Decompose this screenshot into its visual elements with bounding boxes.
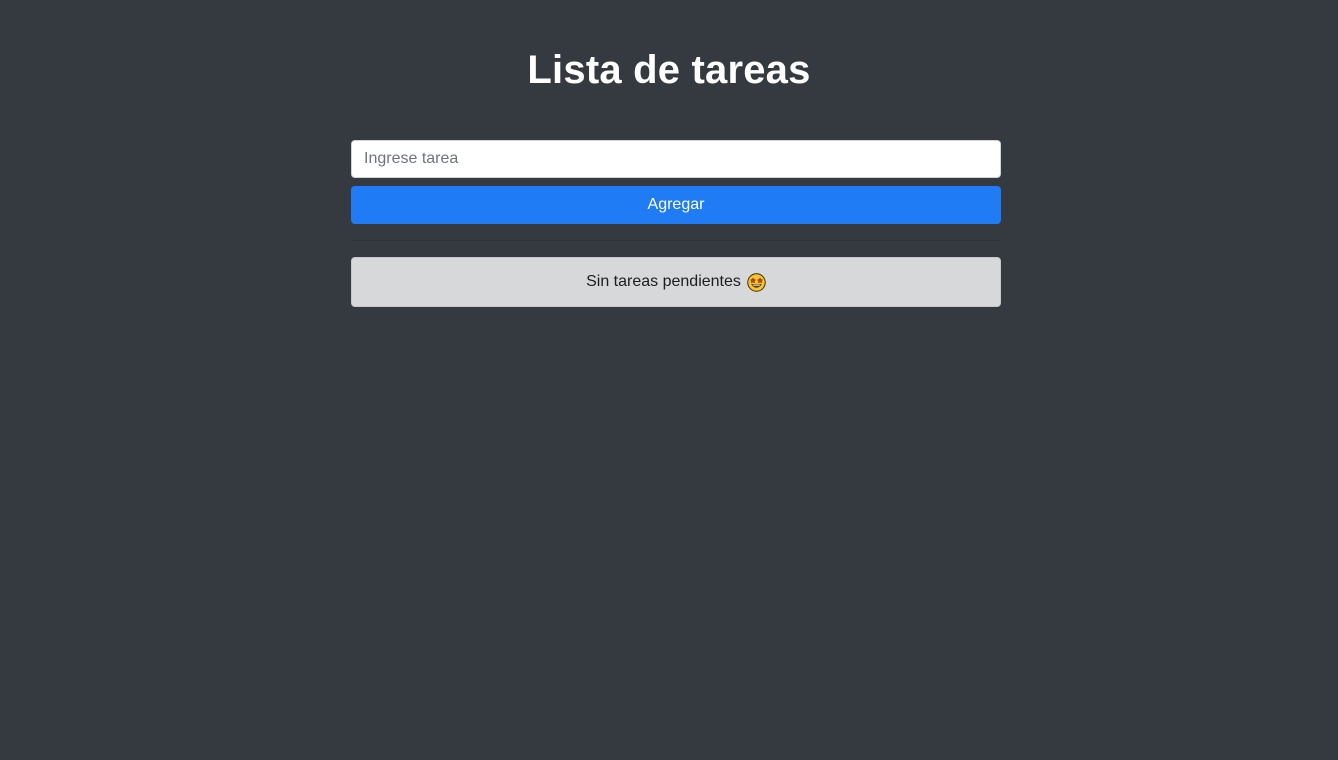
todo-app: Lista de tareas Agregar Sin tareas pendi… <box>0 0 1338 760</box>
todo-container: Agregar Sin tareas pendientes <box>351 140 1001 307</box>
star-struck-face-icon <box>747 272 766 292</box>
page-title: Lista de tareas <box>527 48 811 92</box>
task-input[interactable] <box>351 140 1001 178</box>
empty-tasks-alert: Sin tareas pendientes <box>351 257 1001 307</box>
empty-tasks-message: Sin tareas pendientes <box>586 273 741 290</box>
add-task-button[interactable]: Agregar <box>351 186 1001 224</box>
divider <box>351 240 1001 241</box>
